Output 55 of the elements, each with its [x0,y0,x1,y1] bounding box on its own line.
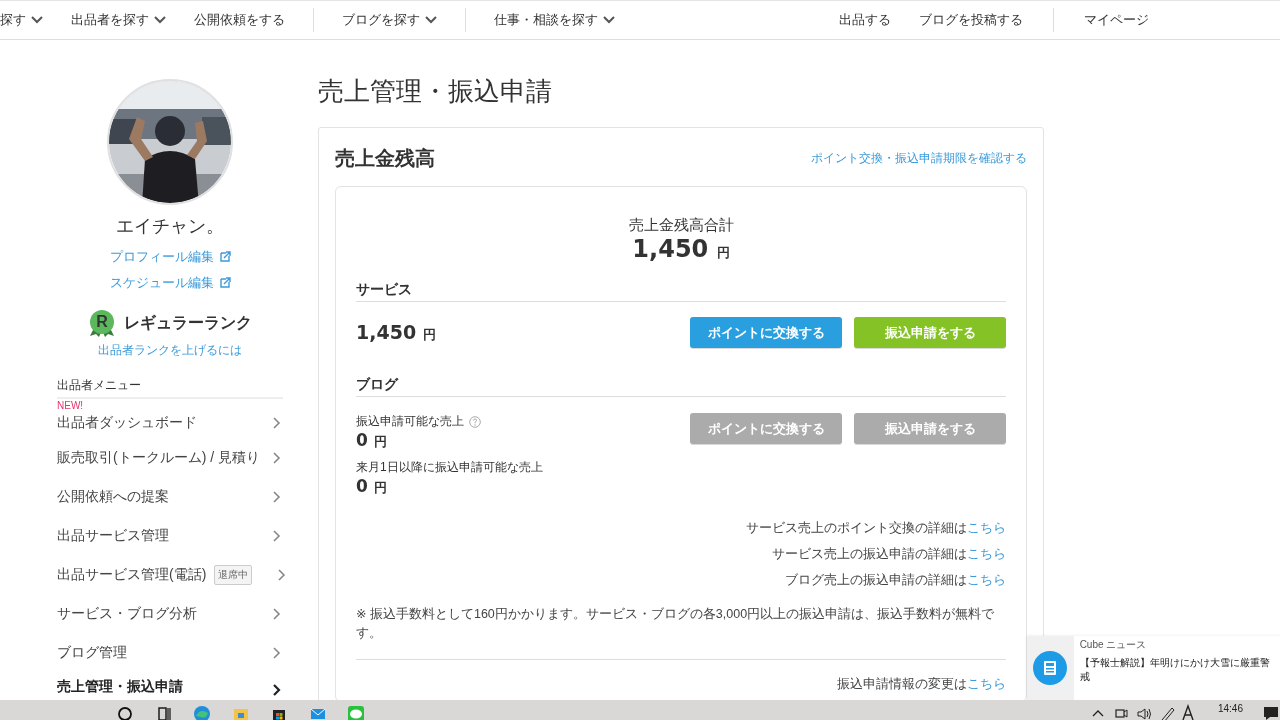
nav-link[interactable]: ブログを投稿する [905,11,1037,29]
chevron-right-icon [278,568,287,581]
sales-label: 振込申請可能な売上 [356,413,464,430]
page-title: 売上管理・振込申請 [318,75,553,108]
detail-text: サービス売上のポイント交換の詳細はこちら [745,519,1006,537]
chevron-right-icon [273,607,281,620]
external-link-icon [218,251,231,263]
amount: 0 円 [356,430,388,451]
nav-link[interactable]: 仕事・相談を探す [480,11,629,29]
ribbon-icon [90,328,114,337]
nav-link[interactable]: ブログを探す [328,11,451,29]
amount: 1,450 円 [356,321,436,344]
notification-app: Cube ニュース [1079,638,1148,652]
status-tag: 退席中 [214,564,253,585]
news-icon [1033,651,1068,685]
new-label: NEW! [57,401,84,411]
sales-label: 来月1日以降に振込申請可能な売上 [356,459,543,476]
menu-item[interactable]: 公開依頼への提案 [57,477,283,516]
user-name: エイチャン。 [116,215,224,238]
menu-item[interactable]: 売上管理・振込申請 [57,674,283,696]
menu-item[interactable]: NEW! 出品者ダッシュボード [57,399,283,438]
nav-link[interactable]: マイページ [1070,11,1163,29]
notification-icon[interactable] [1262,704,1280,720]
rank-badge: R [90,310,114,334]
menu-item[interactable]: ブログ管理 [57,633,283,672]
clock-time[interactable]: 14:46 [1217,704,1243,714]
section-heading: ブログ [356,376,1006,397]
chevron-right-icon [273,490,281,503]
fee-note: ※ 振込手数料として160円かかります。サービス・ブログの各3,000円以上の振込申請は、振込手数料が無料です。 [356,605,1006,660]
amount: 0 円 [356,476,388,497]
menu-title: 出品者メニュー [57,377,283,399]
letter-a-icon[interactable] [1180,704,1195,720]
menu-item[interactable]: 出品サービス管理(電話) 退席中 [57,555,283,594]
section-heading: サービス [356,281,1006,302]
change-text: 振込申請情報の変更はこちら [836,675,1006,693]
nav-link[interactable]: 出品者を探す [57,11,180,29]
rank-name: レギュラーランク [124,312,252,333]
external-link-icon [218,277,231,289]
menu-item[interactable]: 販売取引(トークルーム) / 見積り [57,438,283,477]
chevron-right-icon [273,646,281,659]
chevron-right-icon [273,684,281,696]
chevron-right-icon [273,451,281,464]
nav-link[interactable]: 探す [0,11,57,29]
chevron-right-icon [273,529,281,542]
detail-text: ブログ売上の振込申請の詳細はこちら [784,571,1006,589]
total-label: 売上金残高合計 [628,216,734,235]
chevron-right-icon [273,416,281,429]
detail-text: サービス売上の振込申請の詳細はこちら [771,545,1006,563]
amount: 1,450 円 [632,235,730,263]
nav-link[interactable]: 公開依頼をする [180,11,299,29]
notification-text: 【予報士解説】年明けにかけ大雪に厳重警戒 [1079,656,1271,684]
menu-item[interactable]: 出品サービス管理 [57,516,283,555]
section-title: 売上金残高 [335,145,435,171]
nav-link[interactable]: 出品する [825,11,905,29]
menu-item[interactable]: サービス・ブログ分析 [57,594,283,633]
